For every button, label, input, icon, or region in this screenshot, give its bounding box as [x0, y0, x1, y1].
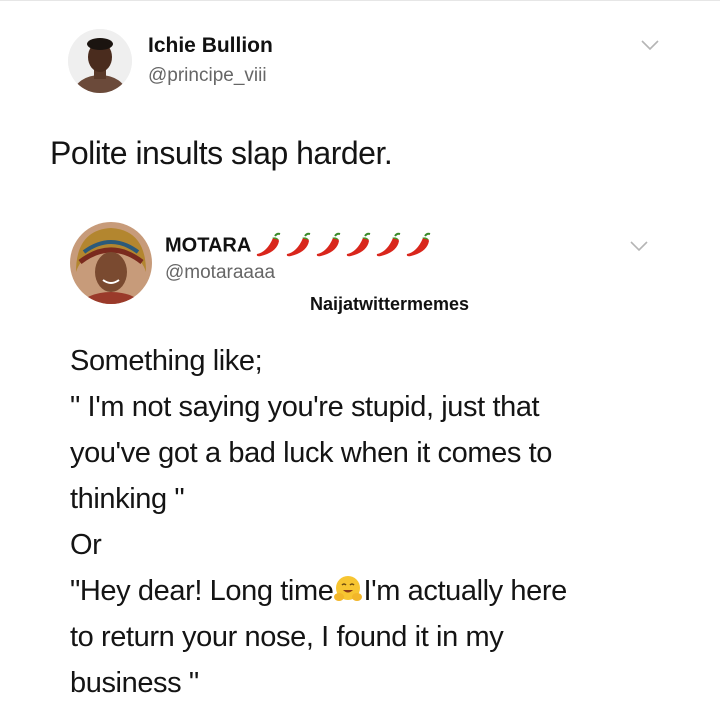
chevron-down-icon[interactable] [640, 39, 660, 51]
tweet-line: thinking " [70, 483, 185, 515]
tweet-line: Or [70, 529, 102, 561]
chili-pepper-icon [257, 232, 432, 258]
tweet-line-part: I'm actually here [363, 575, 567, 607]
user-handle[interactable]: @principe_viii [148, 65, 267, 87]
chevron-down-icon[interactable] [629, 240, 649, 252]
display-name-text: MOTARA [165, 234, 252, 257]
tweet-line: you've got a bad luck when it comes to [70, 437, 553, 469]
avatar-image [68, 29, 132, 93]
tweet-line: to return your nose, I found it in my [70, 621, 504, 653]
tweet-line-with-emoji: "Hey dear! Long time I'm actually here [70, 568, 690, 614]
watermark-text: Naijatwittermemes [310, 294, 470, 314]
avatar[interactable] [68, 29, 132, 93]
user-handle[interactable]: @motaraaaa [165, 262, 275, 284]
tweet-text: Something like; " I'm not saying you're … [70, 338, 690, 706]
avatar-image [70, 222, 152, 304]
tweet-line: " I'm not saying you're stupid, just tha… [70, 391, 540, 423]
tweet-line-part: "Hey dear! Long time [70, 575, 334, 607]
avatar[interactable] [70, 222, 152, 304]
tweet[interactable]: Ichie Bullion @principe_viii Polite insu… [0, 0, 720, 206]
hugging-face-icon [334, 576, 363, 601]
tweet-line: business " [70, 667, 199, 699]
tweet-line: Something like; [70, 345, 263, 377]
display-name[interactable]: Ichie Bullion [148, 34, 273, 58]
display-name[interactable]: MOTARA [165, 232, 443, 260]
tweet-text: Polite insults slap harder. [50, 135, 393, 171]
